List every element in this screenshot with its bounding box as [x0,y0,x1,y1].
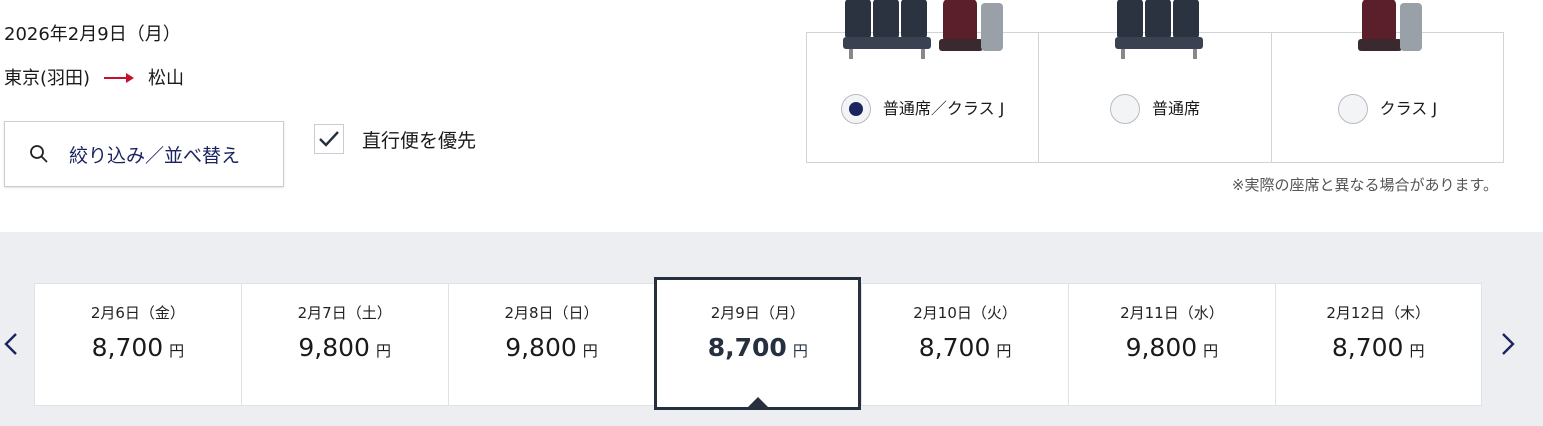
checkbox-box[interactable] [314,124,344,154]
card-date: 2月10日（火） [913,304,1017,322]
seat-class-selector: 普通席／クラス J 普通席 クラス J [806,0,1504,163]
price-value: 8,700 [707,333,787,362]
date-card[interactable]: 2月7日（土） 9,800 円 [240,283,448,406]
price-value: 8,700 [1331,333,1404,362]
seat-option-classj[interactable]: クラス J [1272,0,1503,162]
currency-label: 円 [375,342,391,360]
filter-sort-label: 絞り込み／並べ替え [69,144,241,167]
price-value: 9,800 [298,333,370,362]
date-card[interactable]: 2月6日（金） 8,700 円 [34,283,241,406]
seat-option-label: クラス J [1379,99,1438,118]
seat-image-note: ※実際の座席と異なる場合があります。 [1231,176,1498,194]
seat-option-label: 普通席 [1151,99,1200,118]
radio-seat-all[interactable] [840,94,871,124]
card-price: 8,700 円 [92,333,185,362]
radio-dot [848,102,863,116]
destination-airport: 松山 [148,68,185,89]
next-week-button[interactable] [1495,328,1519,360]
currency-label: 円 [582,342,598,360]
chevron-right-icon [1502,333,1515,355]
route: 東京(羽田) 松山 [4,64,184,90]
radio-seat-classj[interactable] [1337,94,1368,124]
date-price-list: 2月6日（金） 8,700 円 2月7日（土） 9,800 円 2月8日（日） 9,… [34,277,1482,410]
card-date: 2月12日（木） [1326,304,1430,322]
seat-image-classj [1357,0,1422,51]
direct-flight-label: 直行便を優先 [362,129,477,152]
card-price: 9,800 円 [298,333,391,362]
prev-week-button[interactable] [0,328,24,360]
search-summary-area: 2026年2月9日（月） 東京(羽田) 松山 絞り込み／並べ替え 直行便を優先 [0,0,1543,232]
route-arrow-icon [104,71,135,83]
date-card[interactable]: 2月8日（日） 9,800 円 [447,283,655,406]
date-card[interactable]: 2月11日（水） 9,800 円 [1067,283,1275,406]
card-price: 8,700 円 [919,333,1012,362]
card-date: 2月9日（月） [710,304,805,322]
date-card[interactable]: 2月12日（木） 8,700 円 [1274,283,1482,406]
currency-label: 円 [1203,342,1219,360]
seat-option-label: 普通席／クラス J [882,99,1005,118]
price-value: 9,800 [505,333,577,362]
chevron-left-icon [4,333,17,355]
seat-option-all[interactable]: 普通席／クラス J [807,0,1040,162]
origin-airport: 東京(羽田) [4,68,91,89]
filter-sort-button[interactable]: 絞り込み／並べ替え [4,121,284,187]
search-icon [30,145,48,163]
checkmark-icon [319,131,339,147]
seat-option-economy[interactable]: 普通席 [1039,0,1272,162]
seat-image-economy-classj [843,0,1003,59]
currency-label: 円 [169,342,185,360]
card-price: 8,700 円 [1332,333,1425,362]
currency-label: 円 [996,342,1012,360]
radio-seat-economy[interactable] [1109,94,1140,124]
card-date: 2月8日（日） [504,304,599,322]
card-date: 2月11日（水） [1120,304,1224,322]
card-price: 9,800 円 [1126,333,1219,362]
date-card[interactable]: 2月10日（火） 8,700 円 [861,283,1068,406]
price-value: 9,800 [1125,333,1198,362]
flight-date: 2026年2月9日（月） [4,24,181,45]
price-value: 8,700 [91,333,164,362]
card-date: 2月6日（金） [90,304,185,322]
direct-flight-checkbox[interactable]: 直行便を優先 [314,124,476,154]
currency-label: 円 [1409,342,1425,360]
currency-label: 円 [792,342,808,360]
card-price: 8,700 円 [708,333,808,362]
card-price: 9,800 円 [505,333,598,362]
price-value: 8,700 [918,333,991,362]
seat-image-economy [1115,0,1204,59]
date-card-selected[interactable]: 2月9日（月） 8,700 円 [654,277,862,410]
card-date: 2月7日（土） [297,304,392,322]
